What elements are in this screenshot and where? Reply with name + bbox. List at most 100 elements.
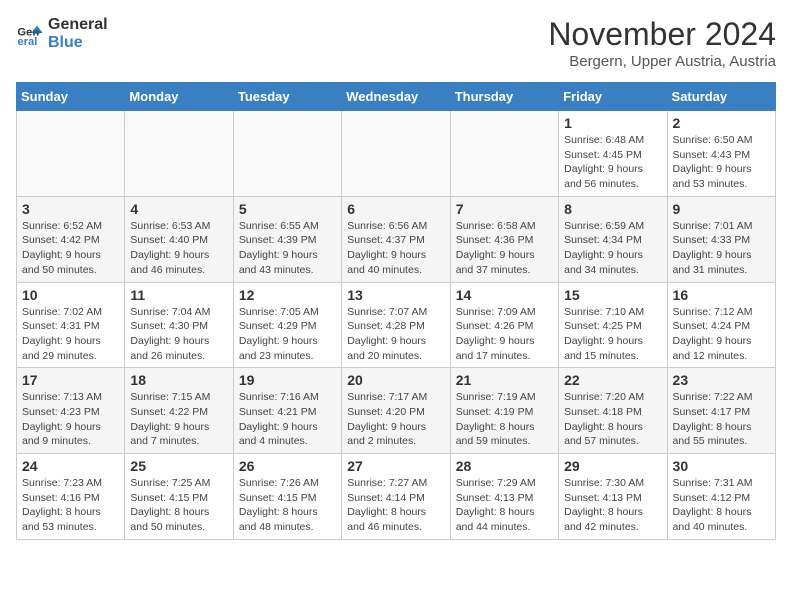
day-info: Sunrise: 7:01 AMSunset: 4:33 PMDaylight:… [673,219,770,278]
calendar-cell: 10 Sunrise: 7:02 AMSunset: 4:31 PMDayligh… [17,282,125,368]
day-number: 29 [564,458,661,474]
day-number: 12 [239,287,336,303]
calendar-cell: 14 Sunrise: 7:09 AMSunset: 4:26 PMDayligh… [450,282,558,368]
day-info: Sunrise: 7:16 AMSunset: 4:21 PMDaylight:… [239,390,336,449]
header-saturday: Saturday [667,83,775,111]
title-area: November 2024 Bergern, Upper Austria, Au… [548,16,776,70]
header-sunday: Sunday [17,83,125,111]
day-info: Sunrise: 7:26 AMSunset: 4:15 PMDaylight:… [239,476,336,535]
day-number: 26 [239,458,336,474]
calendar-week-2: 3 Sunrise: 6:52 AMSunset: 4:42 PMDaylight… [17,196,776,282]
day-info: Sunrise: 7:30 AMSunset: 4:13 PMDaylight:… [564,476,661,535]
calendar-cell: 18 Sunrise: 7:15 AMSunset: 4:22 PMDayligh… [125,368,233,454]
day-info: Sunrise: 7:05 AMSunset: 4:29 PMDaylight:… [239,305,336,364]
day-number: 13 [347,287,444,303]
day-info: Sunrise: 6:53 AMSunset: 4:40 PMDaylight:… [130,219,227,278]
day-info: Sunrise: 7:31 AMSunset: 4:12 PMDaylight:… [673,476,770,535]
day-number: 8 [564,201,661,217]
header-friday: Friday [559,83,667,111]
day-number: 10 [22,287,119,303]
day-number: 18 [130,372,227,388]
calendar-header: Sunday Monday Tuesday Wednesday Thursday… [17,83,776,111]
day-number: 23 [673,372,770,388]
day-number: 14 [456,287,553,303]
calendar-cell: 19 Sunrise: 7:16 AMSunset: 4:21 PMDayligh… [233,368,341,454]
day-number: 1 [564,115,661,131]
header-row: Sunday Monday Tuesday Wednesday Thursday… [17,83,776,111]
day-number: 28 [456,458,553,474]
calendar-cell [125,111,233,197]
day-number: 19 [239,372,336,388]
day-number: 27 [347,458,444,474]
month-title: November 2024 [548,16,776,53]
calendar-cell: 7 Sunrise: 6:58 AMSunset: 4:36 PMDaylight… [450,196,558,282]
calendar-cell [450,111,558,197]
day-number: 2 [673,115,770,131]
location-subtitle: Bergern, Upper Austria, Austria [548,53,776,70]
day-number: 15 [564,287,661,303]
calendar-cell: 20Sunrise: 7:17 AMSunset: 4:20 PMDayligh… [342,368,450,454]
calendar-cell: 24 Sunrise: 7:23 AMSunset: 4:16 PMDayligh… [17,454,125,540]
header-tuesday: Tuesday [233,83,341,111]
calendar-cell: 8 Sunrise: 6:59 AMSunset: 4:34 PMDaylight… [559,196,667,282]
day-info: Sunrise: 6:52 AMSunset: 4:42 PMDaylight:… [22,219,119,278]
calendar-body: 1 Sunrise: 6:48 AMSunset: 4:45 PMDaylight… [17,111,776,540]
header-thursday: Thursday [450,83,558,111]
day-number: 21 [456,372,553,388]
day-info: Sunrise: 6:55 AMSunset: 4:39 PMDaylight:… [239,219,336,278]
calendar-cell: 4Sunrise: 6:53 AMSunset: 4:40 PMDaylight… [125,196,233,282]
day-info: Sunrise: 7:19 AMSunset: 4:19 PMDaylight:… [456,390,553,449]
day-number: 24 [22,458,119,474]
day-info: Sunrise: 7:10 AMSunset: 4:25 PMDaylight:… [564,305,661,364]
day-info: Sunrise: 7:09 AMSunset: 4:26 PMDaylight:… [456,305,553,364]
calendar-cell: 17Sunrise: 7:13 AMSunset: 4:23 PMDayligh… [17,368,125,454]
day-info: Sunrise: 7:27 AMSunset: 4:14 PMDaylight:… [347,476,444,535]
calendar-cell: 30 Sunrise: 7:31 AMSunset: 4:12 PMDayligh… [667,454,775,540]
day-number: 11 [130,287,227,303]
calendar-cell: 22Sunrise: 7:20 AMSunset: 4:18 PMDayligh… [559,368,667,454]
day-info: Sunrise: 6:58 AMSunset: 4:36 PMDaylight:… [456,219,553,278]
calendar-cell: 6Sunrise: 6:56 AMSunset: 4:37 PMDaylight… [342,196,450,282]
calendar-cell: 25 Sunrise: 7:25 AMSunset: 4:15 PMDayligh… [125,454,233,540]
day-number: 9 [673,201,770,217]
header-wednesday: Wednesday [342,83,450,111]
day-number: 6 [347,201,444,217]
calendar-week-5: 24 Sunrise: 7:23 AMSunset: 4:16 PMDayligh… [17,454,776,540]
day-number: 30 [673,458,770,474]
calendar-cell: 3 Sunrise: 6:52 AMSunset: 4:42 PMDaylight… [17,196,125,282]
calendar-cell: 1 Sunrise: 6:48 AMSunset: 4:45 PMDaylight… [559,111,667,197]
calendar-table: Sunday Monday Tuesday Wednesday Thursday… [16,82,776,540]
day-info: Sunrise: 7:15 AMSunset: 4:22 PMDaylight:… [130,390,227,449]
day-number: 5 [239,201,336,217]
day-number: 25 [130,458,227,474]
day-info: Sunrise: 6:59 AMSunset: 4:34 PMDaylight:… [564,219,661,278]
calendar-cell: 21 Sunrise: 7:19 AMSunset: 4:19 PMDayligh… [450,368,558,454]
day-info: Sunrise: 6:48 AMSunset: 4:45 PMDaylight:… [564,133,661,192]
day-info: Sunrise: 7:25 AMSunset: 4:15 PMDaylight:… [130,476,227,535]
day-info: Sunrise: 7:17 AMSunset: 4:20 PMDaylight:… [347,390,444,449]
calendar-cell [17,111,125,197]
logo: Gen eral General Blue [16,16,108,51]
calendar-cell: 12 Sunrise: 7:05 AMSunset: 4:29 PMDayligh… [233,282,341,368]
header: Gen eral General Blue November 2024 Berg… [16,16,776,70]
calendar-cell: 2Sunrise: 6:50 AMSunset: 4:43 PMDaylight… [667,111,775,197]
calendar-week-4: 17Sunrise: 7:13 AMSunset: 4:23 PMDayligh… [17,368,776,454]
calendar-cell: 15 Sunrise: 7:10 AMSunset: 4:25 PMDayligh… [559,282,667,368]
day-number: 3 [22,201,119,217]
calendar-cell: 13Sunrise: 7:07 AMSunset: 4:28 PMDayligh… [342,282,450,368]
calendar-cell: 11Sunrise: 7:04 AMSunset: 4:30 PMDayligh… [125,282,233,368]
day-info: Sunrise: 7:02 AMSunset: 4:31 PMDaylight:… [22,305,119,364]
day-info: Sunrise: 7:23 AMSunset: 4:16 PMDaylight:… [22,476,119,535]
logo-icon: Gen eral [16,20,44,48]
svg-text:eral: eral [17,36,37,48]
day-number: 17 [22,372,119,388]
day-info: Sunrise: 7:22 AMSunset: 4:17 PMDaylight:… [673,390,770,449]
logo-text-line2: Blue [48,34,108,52]
day-info: Sunrise: 7:20 AMSunset: 4:18 PMDaylight:… [564,390,661,449]
calendar-cell: 9 Sunrise: 7:01 AMSunset: 4:33 PMDaylight… [667,196,775,282]
day-info: Sunrise: 7:12 AMSunset: 4:24 PMDaylight:… [673,305,770,364]
header-monday: Monday [125,83,233,111]
calendar-cell: 28Sunrise: 7:29 AMSunset: 4:13 PMDayligh… [450,454,558,540]
day-number: 7 [456,201,553,217]
calendar-cell: 26 Sunrise: 7:26 AMSunset: 4:15 PMDayligh… [233,454,341,540]
